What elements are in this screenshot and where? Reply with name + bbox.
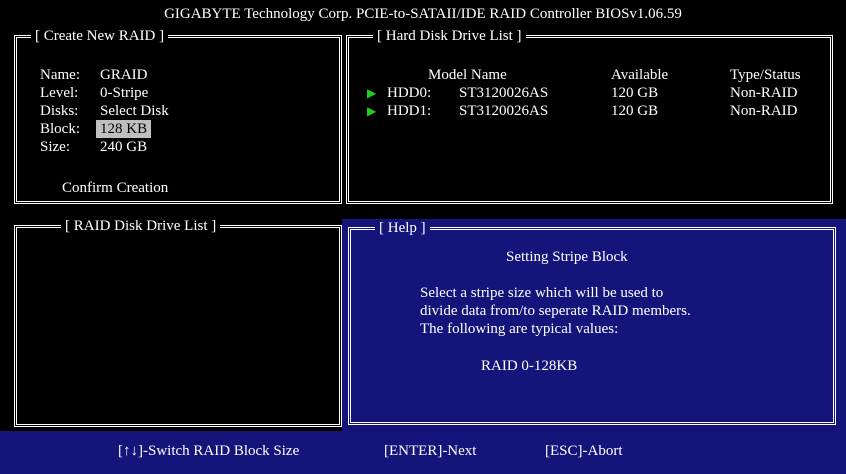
field-size-value: 240 GB — [100, 139, 148, 155]
switch-block-size-hint: [↑↓]-Switch RAID Block Size — [118, 443, 300, 459]
create-raid-panel: [ Create New RAID ] Name: GRAID Level: 0-S… — [14, 28, 342, 204]
hdd-model: ST3120026AS — [459, 85, 549, 101]
raid-disk-list-panel: [ RAID Disk Drive List ] — [14, 218, 342, 427]
enter-next-hint: [ENTER]-Next — [384, 443, 477, 459]
play-arrow-icon: ▶ — [367, 86, 377, 100]
help-text-line: divide data from/to seperate RAID member… — [420, 303, 691, 319]
field-block-value[interactable]: 128 KB — [96, 120, 152, 138]
help-text-line: Select a stripe size which will be used … — [420, 285, 664, 301]
create-raid-panel-title: [ Create New RAID ] — [31, 28, 169, 44]
help-panel: [ Help ] Setting Stripe Block Select a s… — [348, 220, 836, 425]
esc-abort-hint: [ESC]-Abort — [545, 443, 623, 459]
footer-key-hints: [↑↓]-Switch RAID Block Size [ENTER]-Next… — [0, 431, 846, 474]
hdd-type: Non-RAID — [730, 103, 798, 119]
hdd-available: 120 GB — [611, 85, 659, 101]
help-value-line: RAID 0-128KB — [481, 358, 578, 374]
field-name-label: Name: — [40, 67, 80, 83]
play-arrow-icon: ▶ — [367, 104, 377, 118]
bios-title: GIGABYTE Technology Corp. PCIE-to-SATAII… — [0, 0, 846, 28]
help-heading: Setting Stripe Block — [506, 249, 628, 265]
field-disks-label: Disks: — [40, 103, 79, 119]
field-disks[interactable]: Disks: Select Disk — [40, 102, 173, 120]
hdd-list-panel: [ Hard Disk Drive List ] Model Name Avai… — [346, 28, 833, 204]
header-available: Available — [611, 67, 669, 83]
hdd-list-panel-title: [ Hard Disk Drive List ] — [373, 28, 526, 44]
field-block-label: Block: — [40, 121, 80, 137]
field-level-label: Level: — [40, 85, 79, 101]
confirm-creation-button[interactable]: Confirm Creation — [62, 180, 168, 197]
hdd-type: Non-RAID — [730, 85, 798, 101]
hdd-name: HDD0: — [387, 85, 432, 101]
header-type-status: Type/Status — [730, 67, 801, 83]
help-panel-title: [ Help ] — [375, 220, 430, 236]
field-size-label: Size: — [40, 139, 70, 155]
help-text-line: The following are typical values: — [420, 321, 619, 337]
hdd-available: 120 GB — [611, 103, 659, 119]
field-level-value[interactable]: 0-Stripe — [96, 84, 152, 102]
field-name-value[interactable]: GRAID — [96, 66, 152, 84]
hdd-row[interactable]: ▶ HDD0: ST3120026AS 120 GB Non-RAID — [349, 84, 829, 102]
header-model: Model Name — [428, 67, 507, 83]
raid-disk-list-panel-title: [ RAID Disk Drive List ] — [61, 218, 221, 234]
field-disks-value[interactable]: Select Disk — [96, 102, 173, 120]
hdd-model: ST3120026AS — [459, 103, 549, 119]
hdd-name: HDD1: — [387, 103, 432, 119]
hdd-row[interactable]: ▶ HDD1: ST3120026AS 120 GB Non-RAID — [349, 102, 829, 120]
field-name[interactable]: Name: GRAID — [40, 66, 152, 84]
field-level[interactable]: Level: 0-Stripe — [40, 84, 152, 102]
field-size: Size: 240 GB — [40, 138, 151, 156]
field-block[interactable]: Block: 128 KB — [40, 120, 152, 138]
